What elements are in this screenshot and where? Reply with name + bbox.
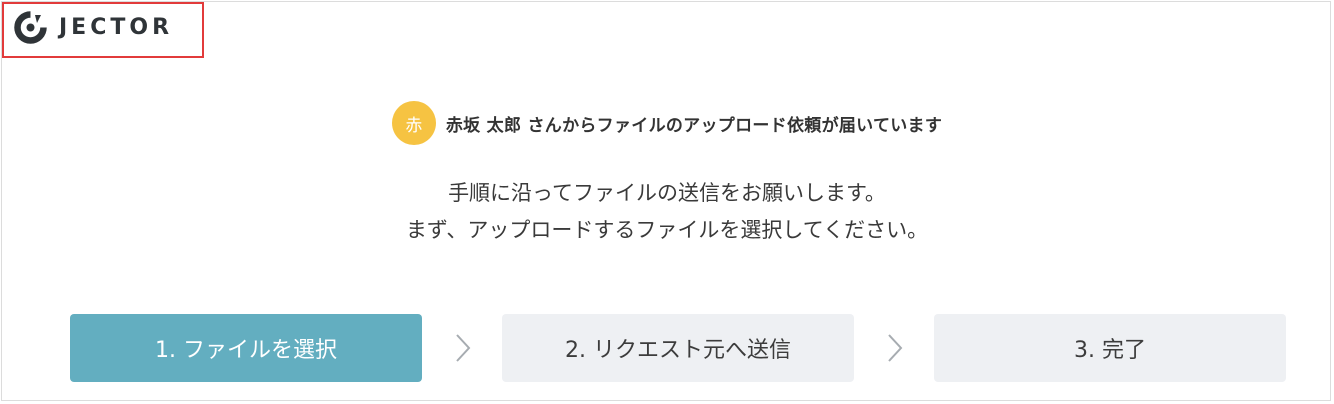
step-1-select-file: 1. ファイルを選択 [70,314,422,382]
instructions: 手順に沿ってファイルの送信をお願いします。 まず、アップロードするファイルを選択… [0,175,1334,249]
chevron-right-icon [456,334,471,362]
avatar: 赤 [391,101,436,145]
step-indicator: 1. ファイルを選択 2. リクエスト元へ送信 3. 完了 [70,314,1286,382]
step-3-complete: 3. 完了 [934,314,1286,382]
step-2-send-to-requester: 2. リクエスト元へ送信 [502,314,854,382]
logo-text: JECTOR [59,15,174,40]
request-notice: 赤 赤坂 太郎 さんからファイルのアップロード依頼が届いています [0,101,1334,145]
chevron-right-icon [888,334,903,362]
logo[interactable]: JECTOR [14,11,173,44]
instruction-line-2: まず、アップロードするファイルを選択してください。 [405,218,929,242]
jector-logo-icon [14,11,47,44]
instruction-line-1: 手順に沿ってファイルの送信をお願いします。 [448,181,886,205]
request-message: 赤坂 太郎 さんからファイルのアップロード依頼が届いています [445,115,943,136]
